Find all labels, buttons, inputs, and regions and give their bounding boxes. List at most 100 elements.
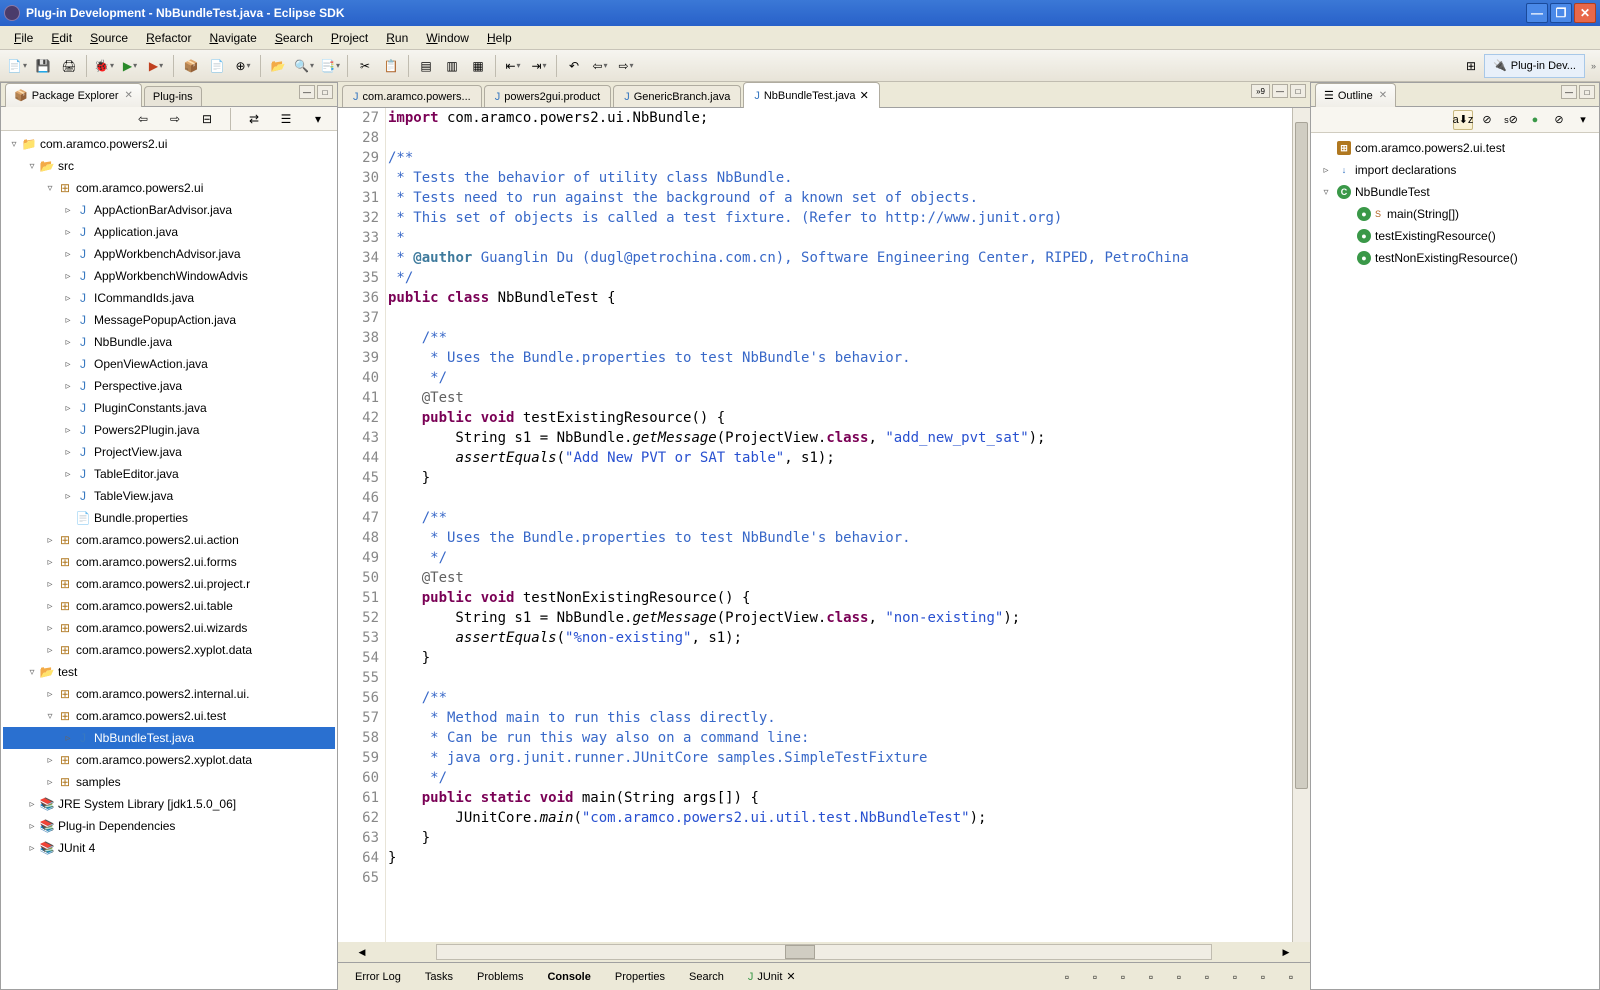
tree-item[interactable]: ▹JTableEditor.java	[3, 463, 335, 485]
tree-twisty[interactable]: ▹	[43, 601, 57, 612]
tree-item[interactable]: ▹JPluginConstants.java	[3, 397, 335, 419]
menu-window[interactable]: Window	[418, 28, 477, 48]
paste-button[interactable]: 📋	[380, 55, 402, 77]
tree-twisty[interactable]: ▹	[25, 821, 39, 832]
hide-fields-button[interactable]: ⊘	[1477, 110, 1497, 130]
tree-twisty[interactable]: ▹	[43, 535, 57, 546]
tree-item[interactable]: ▿⊞com.aramco.powers2.ui.test	[3, 705, 335, 727]
tree-twisty[interactable]: ▹	[61, 447, 75, 458]
tree-twisty[interactable]: ▹	[61, 359, 75, 370]
outline-item[interactable]: ●Smain(String[])	[1315, 203, 1595, 225]
maximize-view-button[interactable]: □	[1579, 85, 1595, 99]
bottom-tab-search[interactable]: Search	[678, 967, 735, 987]
tree-twisty[interactable]: ▹	[61, 381, 75, 392]
tree-item[interactable]: ▿📁com.aramco.powers2.ui	[3, 133, 335, 155]
print-button[interactable]: 🖨	[58, 55, 80, 77]
close-button[interactable]: ✕	[1574, 3, 1596, 23]
new-plugin-button[interactable]: 📦	[180, 55, 202, 77]
tree-twisty[interactable]: ▹	[61, 293, 75, 304]
tree-twisty[interactable]: ▿	[25, 667, 39, 678]
terminate-icon[interactable]: ▫	[1140, 966, 1162, 988]
package-explorer-tree[interactable]: ▿📁com.aramco.powers2.ui▿📂src▿⊞com.aramco…	[1, 131, 337, 989]
tree-item[interactable]: ▿📂src	[3, 155, 335, 177]
tree-twisty[interactable]: ▹	[61, 227, 75, 238]
tree-item[interactable]: ▹⊞com.aramco.powers2.ui.forms	[3, 551, 335, 573]
tree-twisty[interactable]: ▹	[43, 777, 57, 788]
bottom-tab-console[interactable]: Console	[536, 967, 601, 987]
vertical-scrollbar[interactable]	[1292, 108, 1310, 942]
tree-twisty[interactable]: ▹	[61, 205, 75, 216]
hide-static-button[interactable]: s⊘	[1501, 110, 1521, 130]
pin-icon[interactable]: ▫	[1056, 966, 1078, 988]
tree-item[interactable]: ▹JICommandIds.java	[3, 287, 335, 309]
tree-item[interactable]: ▹⊞com.aramco.powers2.ui.project.r	[3, 573, 335, 595]
forward-button[interactable]: ⇨	[615, 55, 637, 77]
outline-item[interactable]: ⊞com.aramco.powers2.ui.test	[1315, 137, 1595, 159]
tree-twisty[interactable]: ▹	[61, 469, 75, 480]
tab-outline[interactable]: ☰ Outline ✕	[1315, 83, 1396, 107]
link-editor-icon[interactable]: ⇄	[243, 108, 265, 130]
display-icon[interactable]: ▫	[1084, 966, 1106, 988]
tree-item[interactable]: ▹⊞samples	[3, 771, 335, 793]
tree-item[interactable]: ▿📂test	[3, 661, 335, 683]
minimize-button[interactable]: —	[1526, 3, 1548, 23]
sort-button[interactable]: a⬇z	[1453, 110, 1473, 130]
external-tools-button[interactable]: ▶	[145, 55, 167, 77]
tree-item[interactable]: ▹JNbBundle.java	[3, 331, 335, 353]
tree-item[interactable]: ▹JOpenViewAction.java	[3, 353, 335, 375]
scroll-lock-icon[interactable]: ▫	[1224, 966, 1246, 988]
collapse-all-icon[interactable]: ⊟	[196, 108, 218, 130]
menu-source[interactable]: Source	[82, 28, 136, 48]
tree-twisty[interactable]: ▹	[1319, 165, 1333, 176]
tree-item[interactable]: ▹⊞com.aramco.powers2.internal.ui.	[3, 683, 335, 705]
bottom-tab-junit[interactable]: JJUnit ✕	[737, 966, 807, 987]
filter-icon[interactable]: ☰	[275, 108, 297, 130]
tree-twisty[interactable]: ▹	[61, 271, 75, 282]
tree-item[interactable]: ▹JAppWorkbenchAdvisor.java	[3, 243, 335, 265]
tree-item[interactable]: ▹JTableView.java	[3, 485, 335, 507]
tree-twisty[interactable]: ▹	[25, 843, 39, 854]
maximize-view-button[interactable]: □	[317, 85, 333, 99]
hide-local-button[interactable]: ⊘	[1549, 110, 1569, 130]
tree-item[interactable]: ▿⊞com.aramco.powers2.ui	[3, 177, 335, 199]
tab-package-explorer[interactable]: 📦 Package Explorer ✕	[5, 83, 142, 107]
tree-twisty[interactable]: ▹	[43, 579, 57, 590]
tree-item[interactable]: ▹📚JUnit 4	[3, 837, 335, 859]
tree-item[interactable]: ▹📚Plug-in Dependencies	[3, 815, 335, 837]
tree-twisty[interactable]: ▹	[43, 623, 57, 634]
outline-item[interactable]: ▿CNbBundleTest	[1315, 181, 1595, 203]
bottom-tab-problems[interactable]: Problems	[466, 967, 534, 987]
hide-nonpublic-button[interactable]: ●	[1525, 110, 1545, 130]
outline-menu-icon[interactable]: ▾	[1573, 110, 1593, 130]
back-button[interactable]: ⇦	[589, 55, 611, 77]
console-icon[interactable]: ▫	[1112, 966, 1134, 988]
close-icon[interactable]: ✕	[786, 970, 795, 983]
tree-twisty[interactable]: ▿	[7, 139, 21, 150]
tree-item[interactable]: ▹JMessagePopupAction.java	[3, 309, 335, 331]
tree-twisty[interactable]: ▿	[43, 711, 57, 722]
tree-item[interactable]: ▹JNbBundleTest.java	[3, 727, 335, 749]
save-button[interactable]: 💾	[32, 55, 54, 77]
remove-icon[interactable]: ▫	[1168, 966, 1190, 988]
menu-file[interactable]: File	[6, 28, 41, 48]
tree-twisty[interactable]: ▹	[61, 249, 75, 260]
view-menu-icon[interactable]: ▾	[307, 108, 329, 130]
menu-run[interactable]: Run	[378, 28, 416, 48]
run-button[interactable]: ▶	[119, 55, 141, 77]
tree-item[interactable]: ▹JPerspective.java	[3, 375, 335, 397]
menu-project[interactable]: Project	[323, 28, 376, 48]
tb-nav-2[interactable]: ⇥	[528, 55, 550, 77]
outline-item[interactable]: ●testExistingResource()	[1315, 225, 1595, 247]
menu-navigate[interactable]: Navigate	[201, 28, 264, 48]
last-edit-button[interactable]: ↶	[563, 55, 585, 77]
tree-item[interactable]: ▹JAppActionBarAdvisor.java	[3, 199, 335, 221]
tb-icon-3[interactable]: ▦	[467, 55, 489, 77]
tab-plugins[interactable]: Plug-ins	[144, 86, 202, 106]
tree-item[interactable]: ▹⊞com.aramco.powers2.ui.wizards	[3, 617, 335, 639]
tree-twisty[interactable]: ▿	[1319, 187, 1333, 198]
close-icon[interactable]: ✕	[1379, 90, 1387, 101]
tree-item[interactable]: ▹JApplication.java	[3, 221, 335, 243]
editor-tab[interactable]: JGenericBranch.java	[613, 85, 741, 107]
search-button[interactable]: 🔍	[293, 55, 315, 77]
outline-item[interactable]: ▹↓import declarations	[1315, 159, 1595, 181]
